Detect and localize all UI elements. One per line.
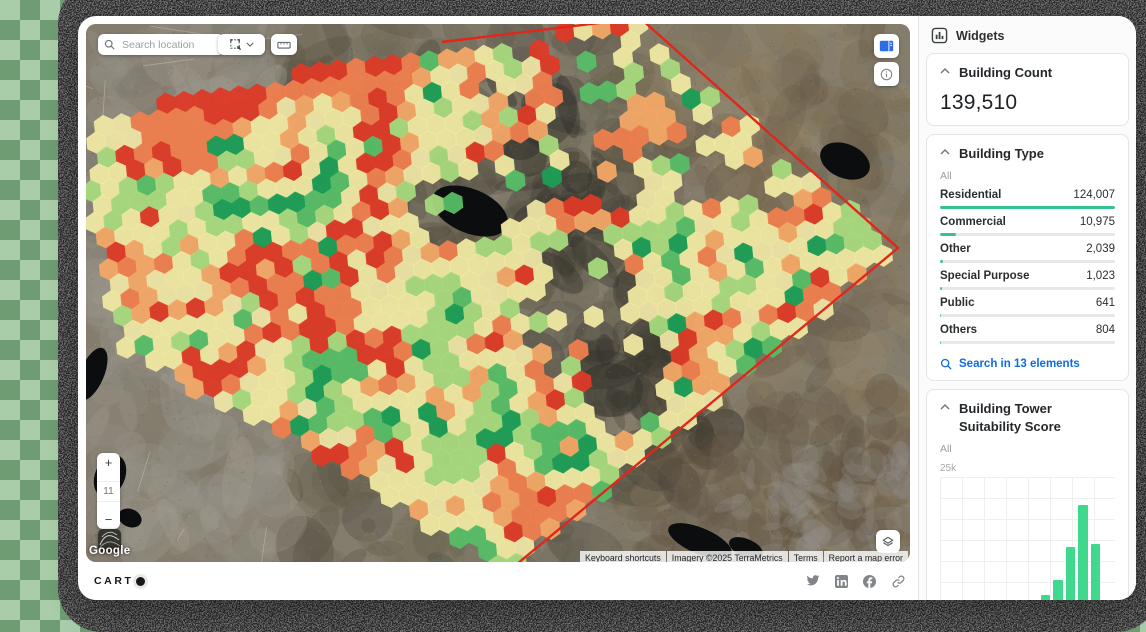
building-count-value: 139,510 [940, 91, 1115, 115]
search-icon [104, 39, 115, 50]
carto-logo[interactable]: CART [94, 574, 148, 589]
search-input[interactable] [120, 38, 208, 52]
type-value: 124,007 [1073, 189, 1115, 201]
type-progress-fill [940, 341, 941, 344]
collapse-chevron-icon[interactable] [940, 149, 950, 155]
map-canvas[interactable] [86, 24, 910, 562]
building-type-row[interactable]: Public 641 [940, 297, 1115, 317]
search-bar[interactable] [98, 34, 224, 55]
twitter-icon[interactable] [806, 575, 820, 587]
select-tool-button[interactable] [218, 34, 265, 55]
type-progress-fill [940, 233, 956, 236]
search-icon [940, 358, 952, 370]
widgets-sidebar: Widgets Building Count 139,510 Building … [918, 16, 1136, 600]
page: { "map": { "search": { "placeholder": "S… [0, 0, 1146, 618]
histogram-bar[interactable] [1078, 505, 1087, 600]
building-type-row[interactable]: Commercial 10,975 [940, 216, 1115, 236]
type-progress-track [940, 260, 1115, 263]
type-label: Special Purpose [940, 270, 1029, 282]
chevron-down-icon [246, 42, 254, 47]
info-button[interactable] [874, 62, 899, 86]
carto-logo-dot [136, 577, 145, 586]
marquee-select-icon [229, 38, 242, 51]
type-value: 1,023 [1086, 270, 1115, 282]
attribution-link[interactable]: Report a map error [824, 551, 908, 562]
building-type-widget: Building Type All Residential 124,007 Co… [926, 134, 1129, 382]
collapse-chevron-icon[interactable] [940, 404, 950, 410]
google-logo[interactable]: Google [89, 545, 130, 557]
building-type-row[interactable]: Others 804 [940, 324, 1115, 344]
suitability-widget: Building Tower Suitability Score All 25k [926, 389, 1129, 600]
search-elements-link[interactable]: Search in 13 elements [940, 358, 1115, 370]
map-viewport[interactable]: + 11 − Google Keyboard shortcutsImagery … [86, 24, 910, 562]
building-count-widget: Building Count 139,510 [926, 53, 1129, 126]
measure-tool-button[interactable] [271, 34, 297, 55]
link-icon[interactable] [891, 574, 906, 589]
facebook-icon[interactable] [863, 575, 876, 588]
histogram-bar[interactable] [1053, 580, 1062, 600]
map-column: + 11 − Google Keyboard shortcutsImagery … [78, 16, 918, 600]
social-links [806, 574, 906, 589]
type-progress-track [940, 341, 1115, 344]
type-value: 2,039 [1086, 243, 1115, 255]
widgets-header: Widgets [919, 16, 1136, 53]
zoom-control: + 11 − [97, 453, 120, 529]
widgets-title: Widgets [956, 29, 1005, 43]
type-label: Commercial [940, 216, 1006, 228]
type-progress-fill [940, 260, 943, 263]
layers-icon [881, 535, 895, 549]
histogram-bar[interactable] [1066, 547, 1075, 600]
histogram-bar[interactable] [1041, 595, 1050, 600]
type-progress-fill [940, 287, 942, 290]
type-value: 804 [1096, 324, 1115, 336]
building-type-row[interactable]: Other 2,039 [940, 243, 1115, 263]
attribution-link[interactable]: Terms [789, 551, 823, 562]
zoom-in-button[interactable]: + [105, 456, 113, 469]
building-type-row[interactable]: Special Purpose 1,023 [940, 270, 1115, 290]
carto-logo-halo [133, 574, 148, 589]
type-label: Residential [940, 189, 1001, 201]
type-label: Other [940, 243, 971, 255]
attribution-link[interactable]: Keyboard shortcuts [580, 551, 666, 562]
building-type-row[interactable]: Residential 124,007 [940, 189, 1115, 209]
panel-right-icon [879, 40, 894, 52]
type-progress-track [940, 287, 1115, 290]
type-progress-fill [940, 314, 941, 317]
type-label: Others [940, 324, 977, 336]
suitability-histogram[interactable] [940, 477, 1115, 600]
collapse-chevron-icon[interactable] [940, 68, 950, 74]
bottom-bar: CART [86, 562, 918, 600]
type-value: 10,975 [1080, 216, 1115, 228]
type-progress-track [940, 233, 1115, 236]
attribution-link[interactable]: Imagery ©2025 TerraMetrics [667, 551, 788, 562]
ruler-icon [277, 40, 291, 50]
app-window: + 11 − Google Keyboard shortcutsImagery … [78, 16, 1136, 600]
legend-panel-button[interactable] [874, 34, 899, 58]
type-value: 641 [1096, 297, 1115, 309]
widget-title: Building Count [959, 64, 1052, 82]
filter-label: All [940, 170, 1115, 182]
type-progress-track [940, 206, 1115, 209]
info-icon [880, 68, 893, 81]
filter-label: All [940, 443, 1115, 455]
zoom-out-button[interactable]: − [105, 513, 113, 526]
histogram-bar[interactable] [1091, 544, 1100, 600]
type-label: Public [940, 297, 975, 309]
zoom-level: 11 [97, 481, 120, 502]
widget-title: Building Tower Suitability Score [959, 400, 1110, 435]
carto-logo-text: CART [94, 575, 134, 587]
widgets-icon [931, 27, 948, 44]
widget-title: Building Type [959, 145, 1044, 163]
type-progress-fill [940, 206, 1115, 209]
building-type-list: Residential 124,007 Commercial 10,975 Ot… [940, 189, 1115, 344]
type-progress-track [940, 314, 1115, 317]
y-axis-tick: 25k [940, 463, 1115, 474]
linkedin-icon[interactable] [835, 575, 848, 588]
map-attribution: Keyboard shortcutsImagery ©2025 TerraMet… [580, 551, 908, 562]
basemap-layers-button[interactable] [876, 530, 900, 553]
